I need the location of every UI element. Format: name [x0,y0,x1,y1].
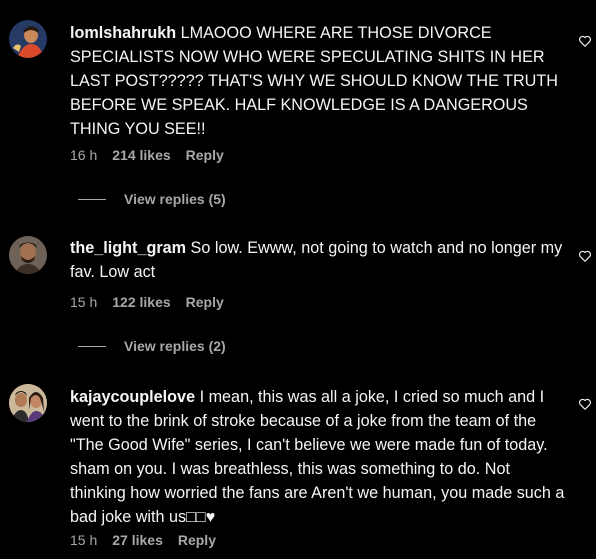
comment-likes[interactable]: 214 likes [112,147,170,163]
view-replies-label: View replies (5) [124,191,226,207]
comment-text: I mean, this was all a joke, I cried so … [70,388,565,526]
view-replies-button[interactable]: View replies (2) [78,338,226,354]
view-replies-button[interactable]: View replies (5) [78,191,226,207]
divider-line [78,198,106,200]
comment-body: kajaycouplelove I mean, this was all a j… [70,385,566,529]
avatar[interactable] [9,20,47,58]
heart-outline-icon[interactable] [578,397,592,411]
reply-button[interactable]: Reply [186,294,224,310]
reply-button[interactable]: Reply [178,532,216,548]
comment-meta: 16 h 214 likes Reply [70,147,224,163]
comment-username[interactable]: kajaycouplelove [70,388,195,406]
comment-meta: 15 h 122 likes Reply [70,294,224,310]
comment-username[interactable]: lomlshahrukh [70,24,176,42]
comment-body: the_light_gram So low. Ewww, not going t… [70,236,566,284]
comment-time[interactable]: 16 h [70,147,97,163]
heart-outline-icon[interactable] [578,34,592,48]
avatar[interactable] [9,236,47,274]
avatar[interactable] [9,384,47,422]
view-replies-label: View replies (2) [124,338,226,354]
divider-line [78,345,106,347]
comment-meta: 15 h 27 likes Reply [70,532,216,548]
comment-body: lomlshahrukh LMAOOO WHERE ARE THOSE DIVO… [70,21,566,141]
comment-likes[interactable]: 122 likes [112,294,170,310]
comment-time[interactable]: 15 h [70,532,97,548]
reply-button[interactable]: Reply [186,147,224,163]
heart-outline-icon[interactable] [578,249,592,263]
comment-likes[interactable]: 27 likes [112,532,163,548]
comment-username[interactable]: the_light_gram [70,239,186,257]
comment-time[interactable]: 15 h [70,294,97,310]
